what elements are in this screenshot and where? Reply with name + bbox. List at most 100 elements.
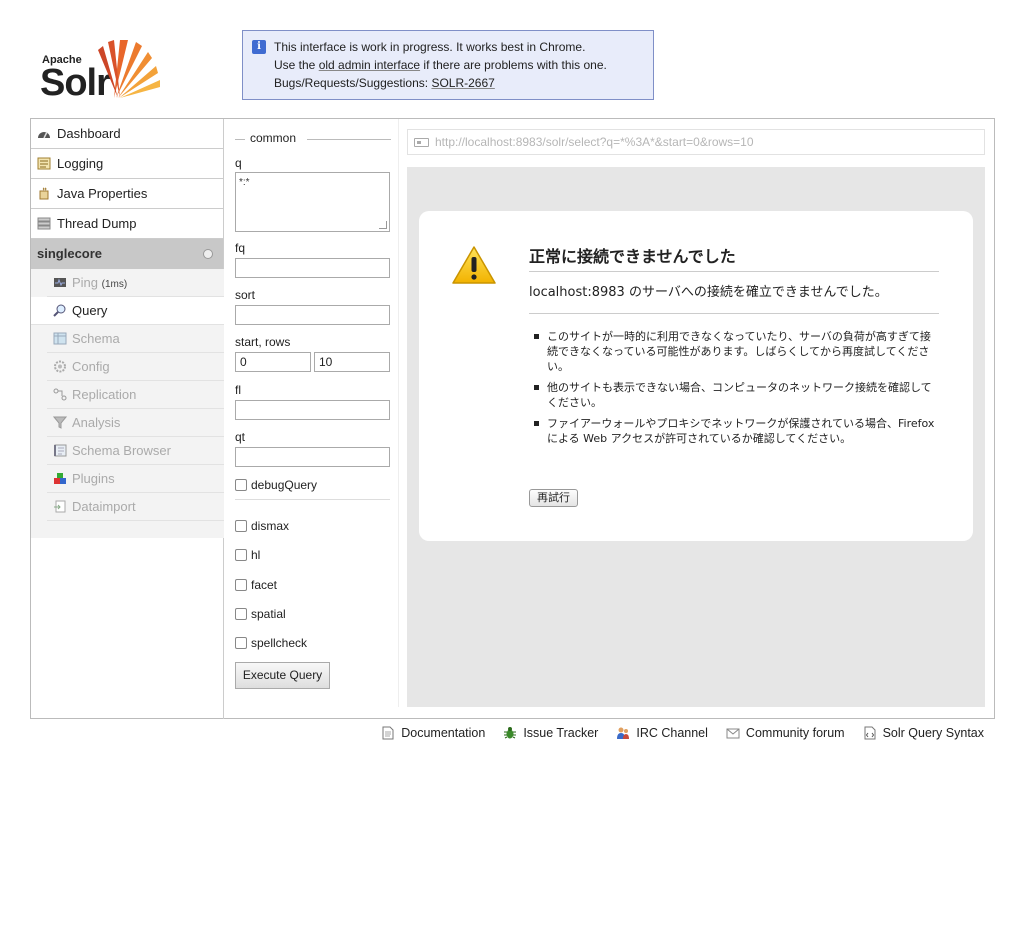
- hl-checkbox[interactable]: hl: [235, 548, 260, 564]
- core-item-replication[interactable]: Replication: [47, 381, 224, 409]
- fq-label: fq: [235, 241, 246, 255]
- debug-query-checkbox[interactable]: debugQuery: [235, 478, 317, 494]
- users-icon: [617, 727, 630, 739]
- replication-icon: [53, 388, 67, 401]
- checkbox-label: dismax: [251, 519, 290, 533]
- retry-button[interactable]: 再試行: [529, 489, 578, 507]
- solr-2667-link[interactable]: SOLR-2667: [431, 76, 494, 90]
- core-item-label: Ping: [72, 275, 99, 290]
- facet-checkbox[interactable]: facet: [235, 578, 277, 594]
- q-textarea[interactable]: *:*: [235, 172, 390, 232]
- sidebar-item-label: Thread Dump: [57, 216, 137, 231]
- core-item-ping[interactable]: Ping (1ms): [47, 269, 224, 297]
- dismax-checkbox[interactable]: dismax: [235, 519, 289, 535]
- core-item-analysis[interactable]: Analysis: [47, 409, 224, 437]
- document-icon: [382, 726, 394, 740]
- main-frame: Dashboard Logging Java Properties Thread…: [30, 118, 995, 719]
- mail-icon: [726, 728, 740, 739]
- column-divider: [398, 119, 399, 707]
- common-legend: common: [235, 131, 391, 145]
- sidebar: Dashboard Logging Java Properties Thread…: [31, 119, 224, 719]
- notice-line-2: Use the old admin interface if there are…: [274, 58, 607, 72]
- connection-error-card: 正常に接続できませんでした localhost:8983 のサーバへの接続を確立…: [419, 211, 973, 541]
- sidebar-item-logging[interactable]: Logging: [31, 149, 223, 179]
- analysis-funnel-icon: [53, 416, 67, 429]
- solr-logo[interactable]: Apache Solr: [38, 38, 163, 102]
- divider: [235, 499, 390, 500]
- core-item-label: Plugins: [72, 471, 115, 486]
- dataimport-icon: [54, 500, 66, 513]
- resize-grip-icon[interactable]: [379, 221, 387, 229]
- core-menu: Ping (1ms) Query Schema Config Replicati…: [31, 269, 224, 538]
- info-notice: i This interface is work in progress. It…: [242, 30, 654, 100]
- footer-link-label: Documentation: [401, 726, 486, 740]
- sidebar-item-java-properties[interactable]: Java Properties: [31, 179, 223, 209]
- qt-input[interactable]: [235, 447, 390, 467]
- core-item-schema-browser[interactable]: Schema Browser: [47, 437, 224, 465]
- footer-link-community-forum[interactable]: Community forum: [726, 724, 845, 742]
- execute-query-button[interactable]: Execute Query: [235, 662, 330, 689]
- core-item-label: Query: [72, 303, 108, 318]
- dashboard-icon: [38, 131, 50, 139]
- core-item-label: Analysis: [72, 415, 121, 430]
- schema-browser-icon: [54, 444, 67, 457]
- core-item-plugins[interactable]: Plugins: [47, 465, 224, 493]
- footer-link-irc-channel[interactable]: IRC Channel: [616, 724, 708, 742]
- checkbox-box[interactable]: [235, 520, 247, 532]
- sidebar-item-label: Java Properties: [57, 186, 148, 201]
- checkbox-box[interactable]: [235, 579, 247, 591]
- footer-link-solr-query-syntax[interactable]: Solr Query Syntax: [863, 724, 984, 742]
- checkbox-label: spatial: [251, 607, 286, 621]
- checkbox-box[interactable]: [235, 479, 247, 491]
- footer-link-label: IRC Channel: [636, 726, 708, 740]
- list-item: このサイトが一時的に利用できなくなっていたり、サーバの負荷が高すぎて接続できなく…: [529, 329, 939, 374]
- rows-input[interactable]: 10: [314, 352, 390, 372]
- legend-label: common: [249, 131, 298, 145]
- checkbox-box[interactable]: [235, 637, 247, 649]
- start-rows-label: start, rows: [235, 335, 291, 349]
- error-title: 正常に接続できませんでした: [529, 243, 939, 272]
- footer-link-documentation[interactable]: Documentation: [381, 724, 485, 742]
- old-admin-link[interactable]: old admin interface: [319, 58, 420, 72]
- bug-icon: [504, 727, 517, 739]
- spatial-checkbox[interactable]: spatial: [235, 607, 286, 623]
- checkbox-label: debugQuery: [251, 478, 318, 492]
- fl-label: fl: [235, 383, 241, 397]
- core-item-query[interactable]: Query: [31, 297, 224, 325]
- sort-label: sort: [235, 288, 256, 302]
- core-item-label: Replication: [72, 387, 137, 402]
- sidebar-item-thread-dump[interactable]: Thread Dump: [31, 209, 223, 239]
- query-url[interactable]: http://localhost:8983/solr/select?q=*%3A…: [435, 135, 754, 149]
- info-icon: i: [252, 40, 266, 54]
- core-item-config[interactable]: Config: [47, 353, 224, 381]
- sort-input[interactable]: [235, 305, 390, 325]
- code-document-icon: [864, 726, 876, 740]
- notice-line-3: Bugs/Requests/Suggestions: SOLR-2667: [274, 76, 495, 90]
- spellcheck-checkbox[interactable]: spellcheck: [235, 636, 307, 652]
- fq-input[interactable]: [235, 258, 390, 278]
- error-description: localhost:8983 のサーバへの接続を確立できませんでした。: [529, 285, 888, 300]
- error-divider: [529, 313, 939, 314]
- warning-icon: [452, 246, 496, 284]
- start-input[interactable]: 0: [235, 352, 311, 372]
- core-item-dataimport[interactable]: Dataimport: [47, 493, 224, 521]
- checkbox-label: facet: [251, 578, 278, 592]
- qt-label: qt: [235, 430, 246, 444]
- core-item-schema[interactable]: Schema: [47, 325, 224, 353]
- plugins-icon: [54, 473, 66, 484]
- query-url-bar[interactable]: http://localhost:8983/solr/select?q=*%3A…: [407, 129, 985, 155]
- list-item: 他のサイトも表示できない場合、コンピュータのネットワーク接続を確認してください。: [529, 380, 939, 410]
- checkbox-box[interactable]: [235, 549, 247, 561]
- error-suggestions: このサイトが一時的に利用できなくなっていたり、サーバの負荷が高すぎて接続できなく…: [529, 329, 939, 452]
- sidebar-item-label: Logging: [57, 156, 104, 171]
- core-item-label: Schema Browser: [72, 443, 171, 458]
- footer-link-issue-tracker[interactable]: Issue Tracker: [503, 724, 598, 742]
- sidebar-item-dashboard[interactable]: Dashboard: [31, 119, 223, 149]
- core-selector[interactable]: singlecore: [31, 239, 223, 269]
- checkbox-box[interactable]: [235, 608, 247, 620]
- core-item-label: Config: [72, 359, 110, 374]
- query-icon: [53, 304, 66, 317]
- fl-input[interactable]: [235, 400, 390, 420]
- footer-link-label: Community forum: [745, 726, 845, 740]
- logging-icon: [37, 157, 51, 170]
